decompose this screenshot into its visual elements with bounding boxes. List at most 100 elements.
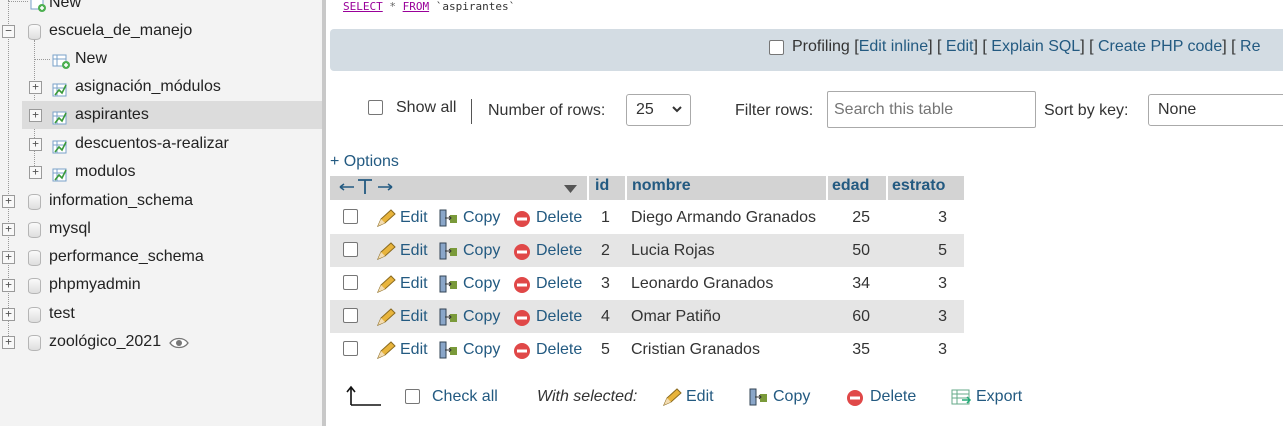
cell-estrato[interactable]: 3 xyxy=(938,275,947,293)
row-checkbox[interactable] xyxy=(343,341,358,356)
cell-edad[interactable]: 50 xyxy=(852,242,870,260)
cell-nombre[interactable]: Leonardo Granados xyxy=(631,275,773,293)
explain-sql-link[interactable]: Explain SQL xyxy=(991,38,1080,55)
bulk-copy-button[interactable]: Copy xyxy=(773,388,810,406)
cell-estrato[interactable]: 5 xyxy=(938,242,947,260)
check-all-checkbox[interactable] xyxy=(405,389,420,404)
tree-table-aspirantes[interactable]: + aspirantes xyxy=(22,101,322,129)
row-edit-button[interactable]: Edit xyxy=(400,275,428,293)
cell-nombre[interactable]: Diego Armando Granados xyxy=(631,209,816,227)
check-all-label[interactable]: Check all xyxy=(432,388,498,406)
collapse-icon[interactable]: − xyxy=(2,25,15,38)
row-edit-button[interactable]: Edit xyxy=(400,242,428,260)
row-edit-button[interactable]: Edit xyxy=(400,209,428,227)
sort-by-key-label: Sort by key: xyxy=(1044,102,1129,119)
tree-db-test[interactable]: + test xyxy=(0,300,322,328)
cell-nombre[interactable]: Cristian Granados xyxy=(631,341,760,359)
tree-db-phpmyadmin[interactable]: + phpmyadmin xyxy=(0,271,322,299)
tree-item-new-top[interactable]: New xyxy=(0,0,322,17)
cell-estrato[interactable]: 3 xyxy=(938,308,947,326)
row-copy-button[interactable]: Copy xyxy=(463,275,500,293)
tree-table-modulos[interactable]: + modulos xyxy=(0,158,322,186)
table-row[interactable]: Edit Copy Delete 5 Cristian Granados 35 3 xyxy=(330,333,964,366)
row-copy-button[interactable]: Copy xyxy=(463,242,500,260)
row-checkbox[interactable] xyxy=(343,275,358,290)
cell-id[interactable]: 5 xyxy=(601,341,610,359)
table-row[interactable]: Edit Copy Delete 3 Leonardo Granados 34 3 xyxy=(330,267,964,300)
cell-edad[interactable]: 35 xyxy=(852,341,870,359)
table-row[interactable]: Edit Copy Delete 1 Diego Armando Granados 25 3 xyxy=(330,201,964,234)
cell-id[interactable]: 3 xyxy=(601,275,610,293)
column-header-nombre[interactable]: nombre xyxy=(632,177,691,195)
sql-keyword-from[interactable]: FROM xyxy=(403,0,430,13)
row-edit-button[interactable]: Edit xyxy=(400,308,428,326)
tree-db-zoologico-2021[interactable]: + zoológico_2021 xyxy=(0,328,322,356)
expand-icon[interactable]: + xyxy=(29,109,42,122)
column-header-id[interactable]: id xyxy=(595,177,609,195)
row-delete-button[interactable]: Delete xyxy=(536,209,582,227)
row-copy-button[interactable]: Copy xyxy=(463,209,500,227)
profiling-checkbox[interactable] xyxy=(769,40,784,55)
edit-query-link[interactable]: Edit xyxy=(946,38,974,55)
tree-table-descuentos-a-realizar[interactable]: + descuentos-a-realizar xyxy=(0,130,322,158)
cell-edad[interactable]: 34 xyxy=(852,275,870,293)
row-copy-button[interactable]: Copy xyxy=(463,341,500,359)
search-table-input[interactable]: Search this table xyxy=(827,91,1036,128)
row-delete-button[interactable]: Delete xyxy=(536,341,582,359)
row-delete-button[interactable]: Delete xyxy=(536,275,582,293)
row-checkbox[interactable] xyxy=(343,308,358,323)
bulk-delete-button[interactable]: Delete xyxy=(870,388,916,406)
edit-inline-link[interactable]: Edit inline xyxy=(859,38,928,55)
pencil-icon xyxy=(662,388,682,411)
column-header-edad[interactable]: edad xyxy=(832,177,869,195)
tree-db-information-schema[interactable]: + information_schema xyxy=(0,187,322,215)
number-of-rows-select[interactable]: 25 xyxy=(626,94,691,126)
sql-keyword-select[interactable]: SELECT xyxy=(343,0,383,13)
expand-icon[interactable]: + xyxy=(29,166,42,179)
expand-icon[interactable]: + xyxy=(2,195,15,208)
export-button[interactable]: Export xyxy=(976,388,1022,406)
expand-icon[interactable]: + xyxy=(29,81,42,94)
cell-nombre[interactable]: Lucia Rojas xyxy=(631,242,715,260)
tree-db-performance-schema[interactable]: + performance_schema xyxy=(0,243,322,271)
cell-edad[interactable]: 25 xyxy=(852,209,870,227)
panel-divider[interactable] xyxy=(322,0,326,426)
expand-icon[interactable]: + xyxy=(2,223,15,236)
bulk-edit-button[interactable]: Edit xyxy=(686,388,714,406)
column-arrows-icon[interactable] xyxy=(338,177,396,202)
show-all-checkbox[interactable] xyxy=(368,100,383,115)
row-copy-button[interactable]: Copy xyxy=(463,308,500,326)
cell-edad[interactable]: 60 xyxy=(852,308,870,326)
check-all-arrow-icon xyxy=(346,385,382,412)
create-php-code-link[interactable]: Create PHP code xyxy=(1098,38,1222,55)
row-edit-button[interactable]: Edit xyxy=(400,341,428,359)
row-delete-button[interactable]: Delete xyxy=(536,242,582,260)
expand-icon[interactable]: + xyxy=(2,336,15,349)
cell-id[interactable]: 2 xyxy=(601,242,610,260)
eye-icon[interactable] xyxy=(169,332,189,360)
row-checkbox[interactable] xyxy=(343,242,358,257)
expand-icon[interactable]: + xyxy=(2,251,15,264)
table-row[interactable]: Edit Copy Delete 2 Lucia Rojas 50 5 xyxy=(330,234,964,267)
tree-table-asignacion-modulos[interactable]: + asignación_módulos xyxy=(0,73,322,101)
cell-nombre[interactable]: Omar Patiño xyxy=(631,308,721,326)
cell-estrato[interactable]: 3 xyxy=(938,341,947,359)
tree-db-escuela-de-manejo[interactable]: − escuela_de_manejo xyxy=(0,17,322,45)
sort-by-key-select[interactable]: None xyxy=(1148,94,1283,126)
expand-icon[interactable]: + xyxy=(29,138,42,151)
profiling-label: Profiling xyxy=(792,38,850,55)
options-toggle[interactable]: + Options xyxy=(330,153,399,171)
column-header-estrato[interactable]: estrato xyxy=(892,177,945,195)
cell-estrato[interactable]: 3 xyxy=(938,209,947,227)
tree-item-new-table[interactable]: New xyxy=(0,45,322,73)
tree-db-mysql[interactable]: + mysql xyxy=(0,215,322,243)
row-delete-button[interactable]: Delete xyxy=(536,308,582,326)
expand-icon[interactable]: + xyxy=(2,279,15,292)
table-row[interactable]: Edit Copy Delete 4 Omar Patiño 60 3 xyxy=(330,300,964,333)
expand-icon[interactable]: + xyxy=(2,308,15,321)
row-checkbox[interactable] xyxy=(343,209,358,224)
sort-dropdown-icon[interactable] xyxy=(563,181,578,199)
cell-id[interactable]: 4 xyxy=(601,308,610,326)
cell-id[interactable]: 1 xyxy=(601,209,610,227)
refresh-link[interactable]: Re xyxy=(1240,38,1260,55)
